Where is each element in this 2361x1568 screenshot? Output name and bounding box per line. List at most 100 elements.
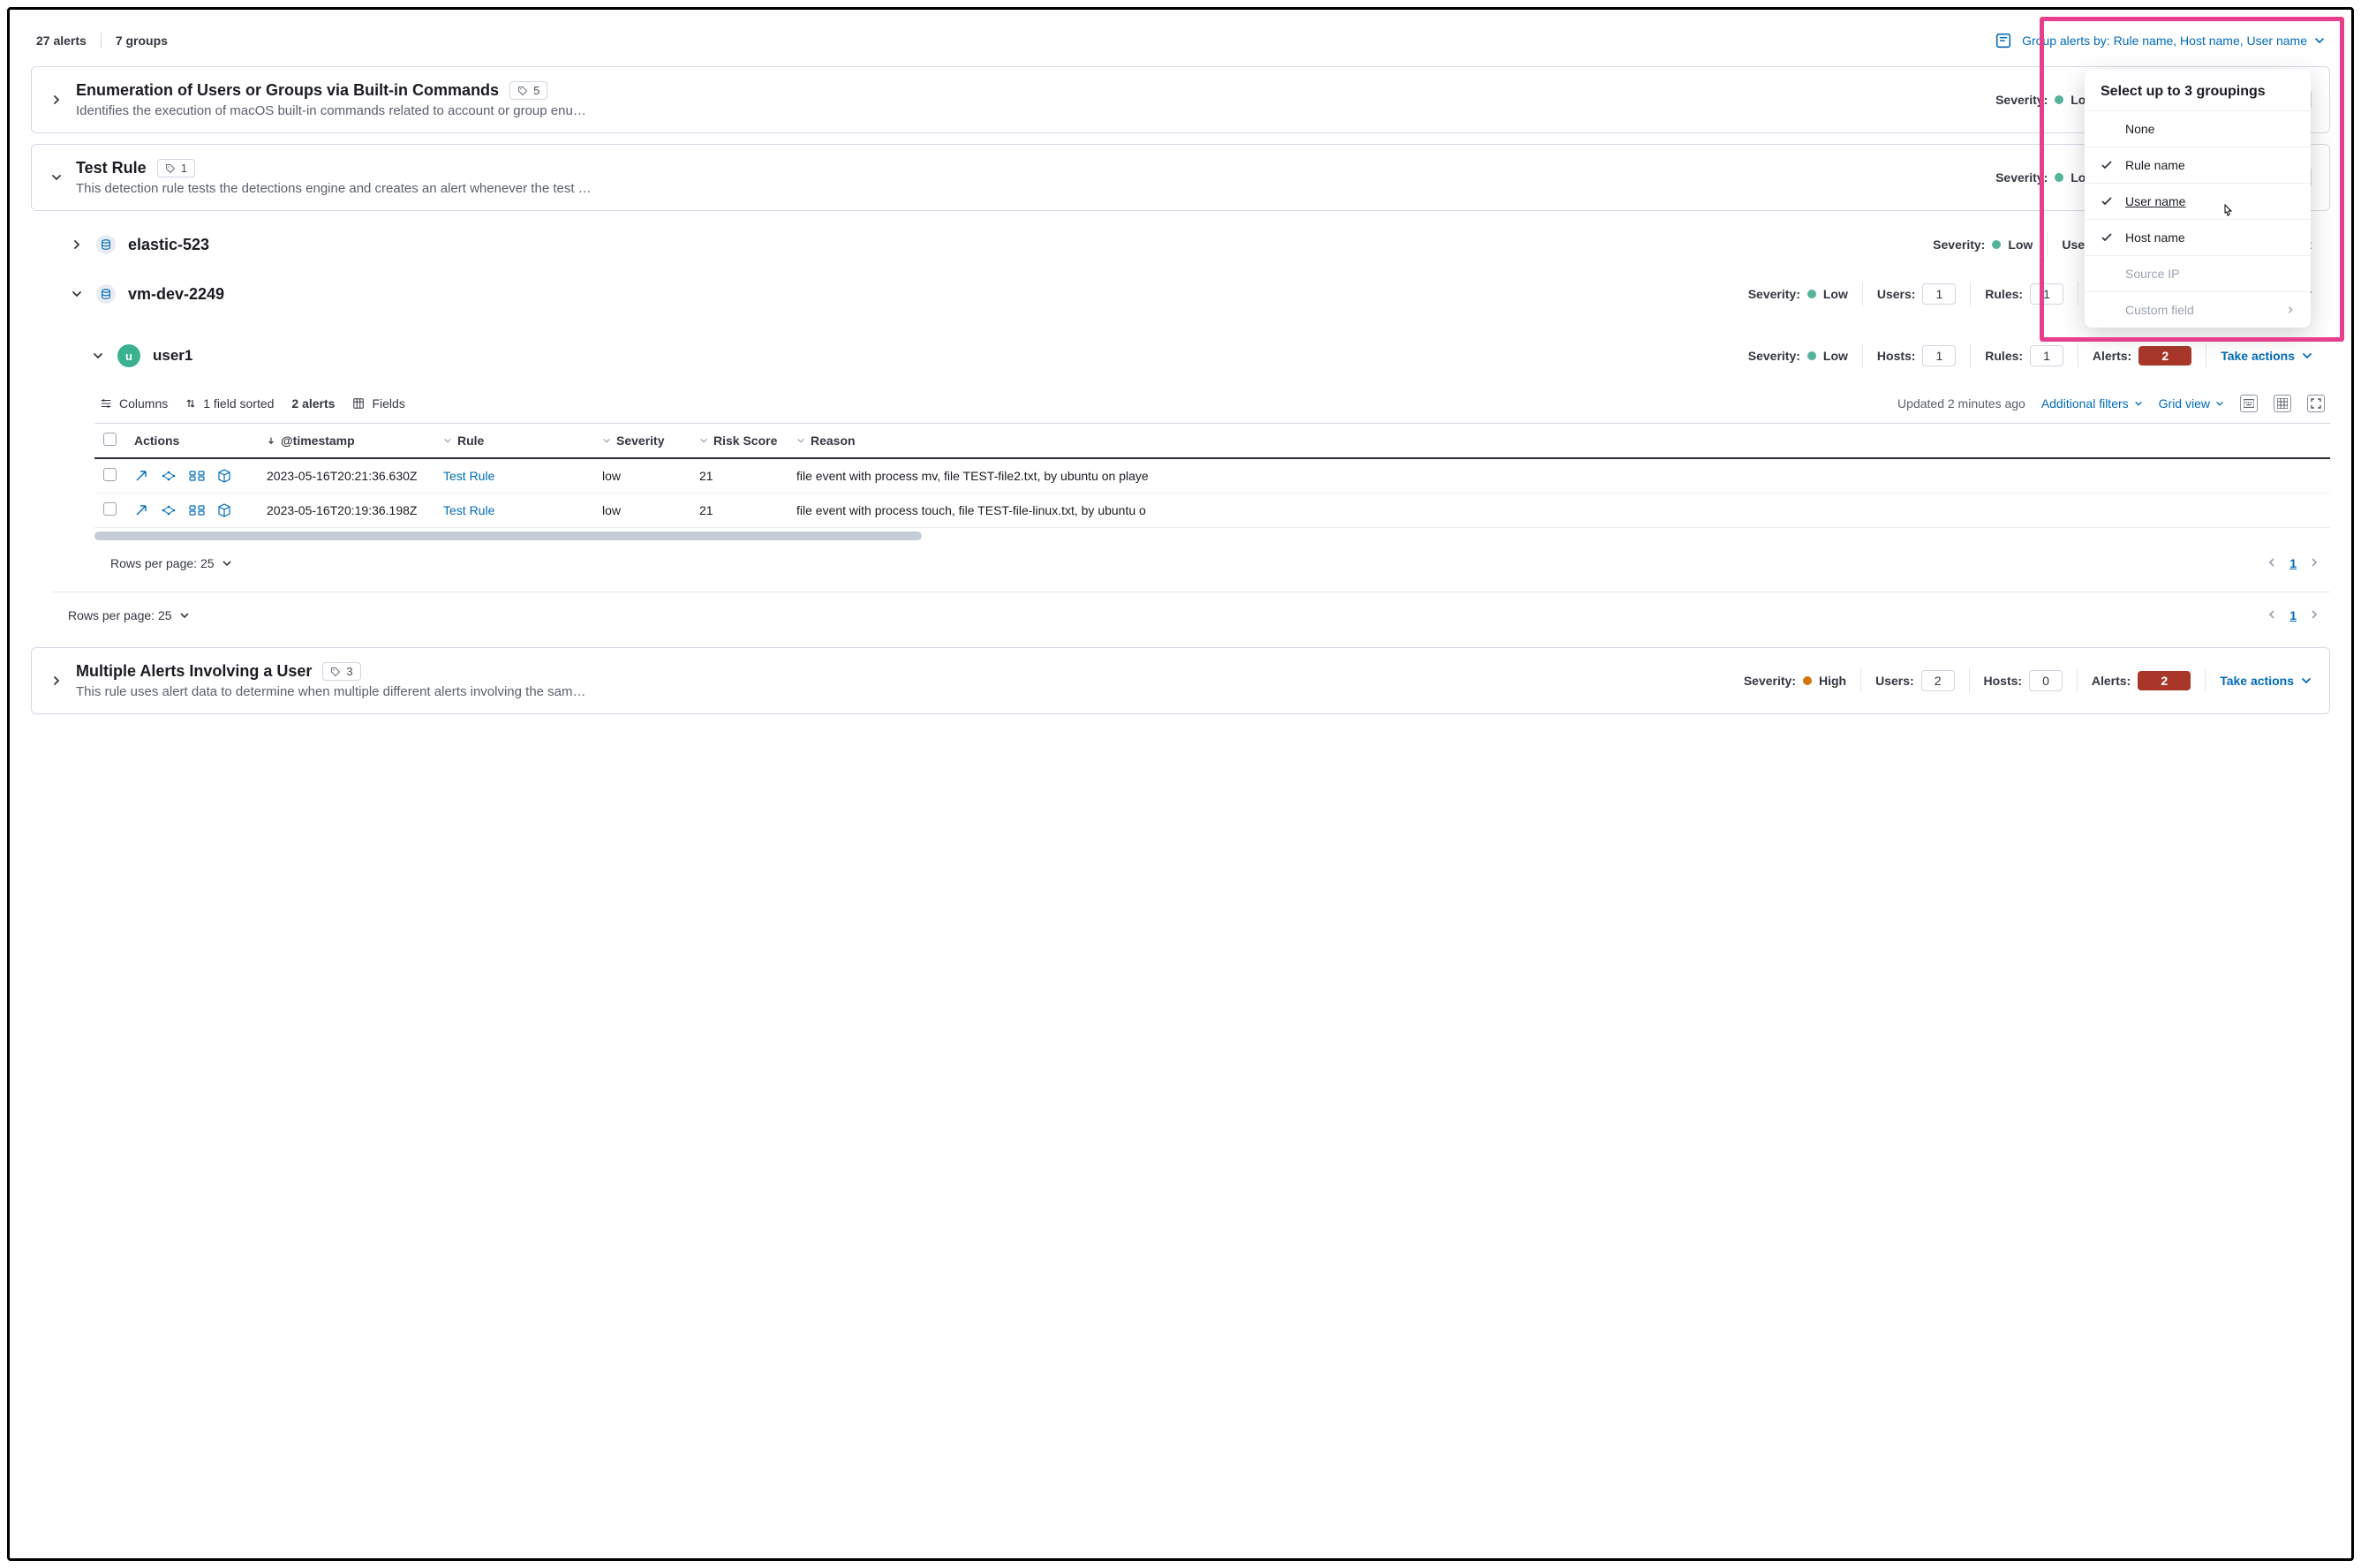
col-risk[interactable]: Risk Score xyxy=(690,424,788,459)
col-timestamp[interactable]: @timestamp xyxy=(258,424,434,459)
alerts-table-block: Columns 1 field sorted 2 alerts Fields U… xyxy=(94,388,2330,586)
sort-button[interactable]: 1 field sorted xyxy=(185,396,274,411)
alerts-table: Actions @timestamp Rule Severity Risk Sc… xyxy=(94,423,2330,528)
severity-dot-icon xyxy=(1807,290,1816,298)
group-by-dropdown[interactable]: Group alerts by: Rule name, Host name, U… xyxy=(2022,34,2325,48)
table-row: 2023-05-16T20:21:36.630Z Test Rule low 2… xyxy=(94,458,2330,494)
row-checkbox[interactable] xyxy=(103,468,117,481)
rule-card: Test Rule 1 This detection rule tests th… xyxy=(31,144,2330,211)
cube-icon[interactable] xyxy=(217,469,231,483)
prev-page-button[interactable] xyxy=(2267,556,2277,570)
tag-icon xyxy=(330,667,341,677)
prev-page-button[interactable] xyxy=(2267,608,2277,622)
severity-label: Severity: xyxy=(1995,93,2048,107)
severity-dot-icon xyxy=(1992,240,2001,249)
group-option-none[interactable]: None xyxy=(2085,110,2311,147)
alerts-count: 27 alerts xyxy=(36,34,87,48)
check-icon xyxy=(2101,159,2113,171)
select-all-checkbox[interactable] xyxy=(103,433,117,446)
cell-timestamp: 2023-05-16T20:21:36.630Z xyxy=(258,458,434,494)
cube-icon[interactable] xyxy=(217,503,231,517)
grouping-popover: Select up to 3 groupings None Rule name … xyxy=(2085,70,2311,328)
alerts-badge: 2 xyxy=(2138,671,2191,690)
col-actions: Actions xyxy=(125,424,258,459)
rule-title: Multiple Alerts Involving a User xyxy=(76,662,312,681)
host-row: elastic-523 Severity:Low Users:1 Rules:1… xyxy=(52,222,2330,268)
alert-count-label: 2 alerts xyxy=(291,396,335,411)
cell-risk: 21 xyxy=(690,494,788,528)
expand-icon[interactable] xyxy=(70,237,84,252)
rule-title: Enumeration of Users or Groups via Built… xyxy=(76,81,499,100)
take-actions-button[interactable]: Take actions xyxy=(2220,674,2312,688)
col-severity[interactable]: Severity xyxy=(593,424,690,459)
group-option-host[interactable]: Host name xyxy=(2085,219,2311,255)
group-option-rule[interactable]: Rule name xyxy=(2085,147,2311,183)
col-rule[interactable]: Rule xyxy=(434,424,593,459)
col-reason[interactable]: Reason xyxy=(788,424,2330,459)
collapse-icon[interactable] xyxy=(49,170,64,185)
user-name: user1 xyxy=(153,347,192,365)
cell-reason: file event with process mv, file TEST-fi… xyxy=(788,458,2330,494)
collapse-icon[interactable] xyxy=(70,287,84,301)
table-row: 2023-05-16T20:19:36.198Z Test Rule low 2… xyxy=(94,494,2330,528)
next-page-button[interactable] xyxy=(2309,608,2320,622)
table-icon[interactable] xyxy=(2274,395,2291,412)
severity-dot-icon xyxy=(1803,676,1812,685)
check-icon xyxy=(2101,231,2113,244)
cell-rule-link[interactable]: Test Rule xyxy=(443,469,494,483)
rule-description: This detection rule tests the detections… xyxy=(76,181,623,196)
tag-icon xyxy=(517,86,528,96)
popover-title: Select up to 3 groupings xyxy=(2085,70,2311,110)
group-option-user[interactable]: User name xyxy=(2085,183,2311,219)
page-number[interactable]: 1 xyxy=(2289,556,2297,570)
horizontal-scrollbar[interactable] xyxy=(94,531,2330,540)
updated-label: Updated 2 minutes ago xyxy=(1897,396,2025,411)
grid-view-dropdown[interactable]: Grid view xyxy=(2159,396,2224,411)
fullscreen-icon[interactable] xyxy=(2307,395,2325,412)
rule-card: Enumeration of Users or Groups via Built… xyxy=(31,66,2330,133)
alerts-badge: 2 xyxy=(2138,346,2191,366)
query-icon[interactable] xyxy=(1995,33,2011,49)
fields-button[interactable]: Fields xyxy=(352,396,404,411)
group-by-label: Group alerts by: Rule name, Host name, U… xyxy=(2022,34,2307,48)
group-option-custom[interactable]: Custom field xyxy=(2085,291,2311,328)
additional-filters-dropdown[interactable]: Additional filters xyxy=(2041,396,2143,411)
database-icon xyxy=(96,235,116,254)
page-number[interactable]: 1 xyxy=(2289,608,2297,622)
severity-dot-icon xyxy=(1807,351,1816,360)
session-view-icon[interactable] xyxy=(189,471,205,481)
rows-per-page-dropdown[interactable]: Rows per page: 25 xyxy=(68,608,190,622)
divider xyxy=(101,33,102,49)
tag-badge[interactable]: 5 xyxy=(509,81,547,100)
host-name: vm-dev-2249 xyxy=(128,285,224,304)
cursor-pointer-icon xyxy=(2221,204,2235,222)
rule-description: This rule uses alert data to determine w… xyxy=(76,684,623,699)
cell-rule-link[interactable]: Test Rule xyxy=(443,503,494,517)
analyzer-icon[interactable] xyxy=(161,470,177,482)
severity-dot-icon xyxy=(2055,95,2063,104)
severity-dot-icon xyxy=(2055,173,2063,182)
next-page-button[interactable] xyxy=(2309,556,2320,570)
collapse-icon[interactable] xyxy=(91,349,105,363)
analyzer-icon[interactable] xyxy=(161,504,177,516)
expand-icon[interactable] xyxy=(49,93,64,107)
row-checkbox[interactable] xyxy=(103,502,117,516)
session-view-icon[interactable] xyxy=(189,505,205,516)
rule-description: Identifies the execution of macOS built-… xyxy=(76,103,623,118)
expand-flyout-icon[interactable] xyxy=(134,503,148,517)
expand-flyout-icon[interactable] xyxy=(134,469,148,483)
cell-reason: file event with process touch, file TEST… xyxy=(788,494,2330,528)
chevron-right-icon xyxy=(2286,303,2295,317)
take-actions-button[interactable]: Take actions xyxy=(2221,349,2312,363)
chevron-down-icon xyxy=(443,436,452,445)
keyboard-icon[interactable] xyxy=(2240,395,2258,412)
user-row: u user1 Severity:Low Hosts:1 Rules:1 Ale… xyxy=(73,333,2330,379)
columns-button[interactable]: Columns xyxy=(100,396,168,411)
check-icon xyxy=(2101,195,2113,207)
tag-badge[interactable]: 3 xyxy=(322,662,360,681)
tag-badge[interactable]: 1 xyxy=(157,159,195,177)
user-avatar-icon: u xyxy=(117,344,140,367)
expand-icon[interactable] xyxy=(49,674,64,688)
rows-per-page-dropdown[interactable]: Rows per page: 25 xyxy=(110,556,232,570)
tag-icon xyxy=(165,163,176,174)
